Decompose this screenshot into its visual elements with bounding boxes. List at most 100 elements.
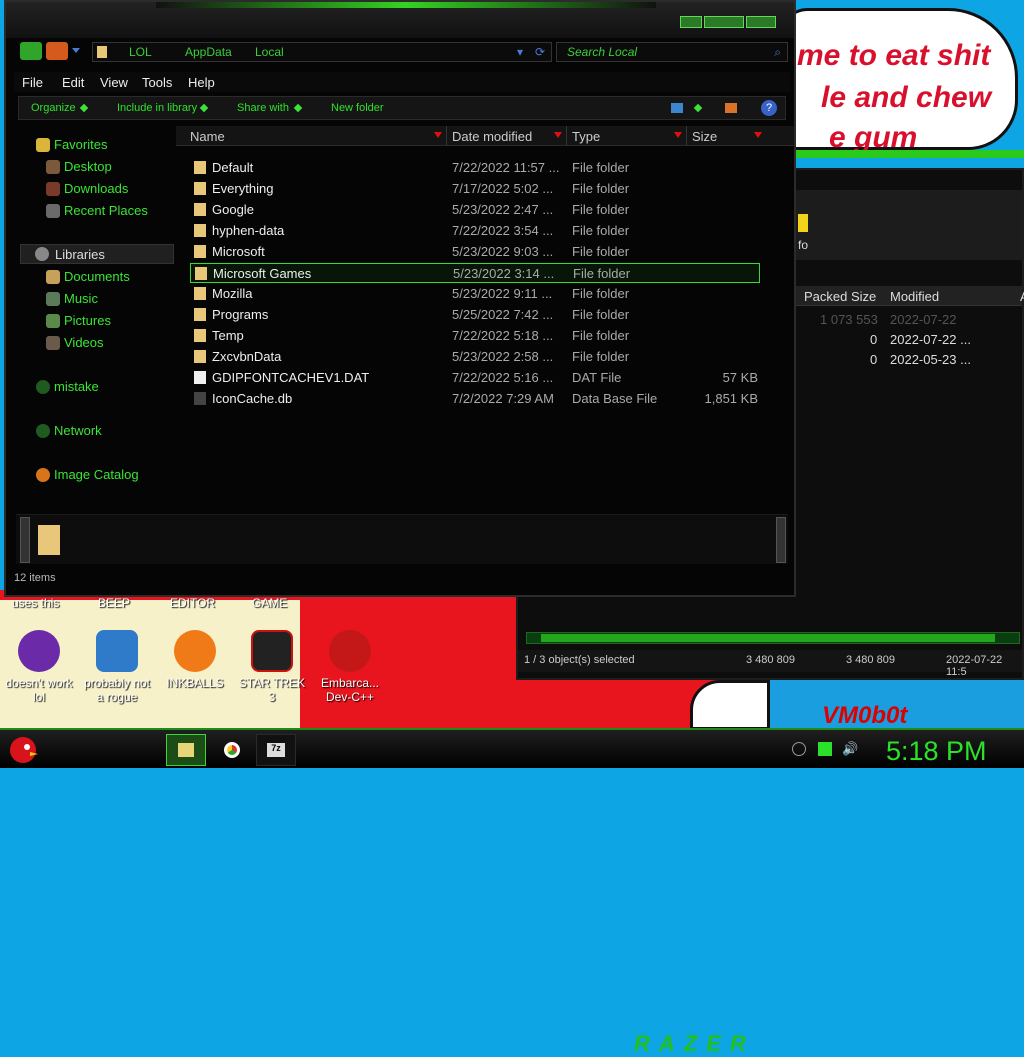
horizontal-scrollbar[interactable] — [526, 632, 1020, 644]
devcpp-icon — [329, 630, 371, 672]
desktop-icon-yahoo[interactable]: doesn't work lol — [1, 630, 77, 704]
file-row[interactable]: Default 7/22/2022 11:57 ... File folder — [190, 158, 760, 178]
modified-date: 2022-05-23 ... — [890, 352, 971, 367]
file-row[interactable]: GDIPFONTCACHEV1.DAT 7/22/2022 5:16 ... DAT… — [190, 368, 760, 388]
nav-desktop[interactable]: Desktop — [64, 159, 112, 174]
minimize-button[interactable] — [680, 16, 702, 28]
start-button[interactable] — [6, 732, 40, 766]
desktop-green-strip — [790, 150, 1024, 158]
column-size[interactable]: Size — [692, 129, 717, 144]
nav-image-catalog[interactable]: Image Catalog — [54, 467, 139, 482]
close-button[interactable] — [746, 16, 776, 28]
column-modified[interactable]: Modified — [890, 289, 939, 304]
chevron-down-icon[interactable] — [72, 48, 80, 53]
menu-view[interactable]: View — [100, 75, 128, 90]
explorer-window[interactable]: LOL AppData Local ▾ ⟳ Search Local ⌕ Fil… — [4, 0, 796, 1056]
info-icon[interactable] — [798, 214, 808, 232]
breadcrumb-appdata[interactable]: AppData — [185, 45, 232, 59]
file-row[interactable]: Everything 7/17/2022 5:02 ... File folder — [190, 179, 760, 199]
gears-monitor-icon — [96, 630, 138, 672]
breadcrumb-lol[interactable]: LOL — [129, 45, 152, 59]
breadcrumb-local[interactable]: Local — [255, 45, 284, 59]
sort-arrow-icon[interactable] — [434, 132, 442, 138]
file-row-selected[interactable]: Microsoft Games 5/23/2022 3:14 ... File fo… — [190, 263, 760, 283]
nav-downloads[interactable]: Downloads — [64, 181, 128, 196]
address-bar[interactable]: LOL AppData Local ▾ ⟳ — [92, 42, 552, 62]
sort-arrow-icon[interactable] — [554, 132, 562, 138]
nav-videos[interactable]: Videos — [64, 335, 104, 350]
desktop-label[interactable]: EDITOR — [170, 596, 215, 610]
help-icon[interactable]: ? — [761, 100, 777, 116]
dropdown-icon[interactable]: ▾ — [517, 45, 523, 59]
menu-file[interactable]: File — [22, 75, 43, 90]
file-row[interactable]: ZxcvbnData 5/23/2022 2:58 ... File folder — [190, 347, 760, 367]
desktop-label[interactable]: uses this — [12, 596, 59, 610]
file-row[interactable]: Temp 7/22/2022 5:18 ... File folder — [190, 326, 760, 346]
desktop-label[interactable]: BEEP — [98, 596, 130, 610]
desktop-icon-startrek[interactable]: STAR TREK 3 — [234, 630, 310, 704]
organize-button[interactable]: Organize — [31, 102, 76, 114]
menu-help[interactable]: Help — [188, 75, 215, 90]
nav-documents[interactable]: Documents — [64, 269, 130, 284]
modified-date: 2022-07-22 — [890, 312, 957, 327]
column-header: Name Date modified Type Size — [176, 126, 794, 146]
back-arrow-icon[interactable] — [20, 42, 42, 60]
file-row[interactable]: Google 5/23/2022 2:47 ... File folder — [190, 200, 760, 220]
column-name[interactable]: Name — [190, 129, 225, 144]
desktop-icon-devcpp[interactable]: Embarca... Dev-C++ — [312, 630, 388, 704]
folder-icon — [195, 267, 207, 280]
column-type[interactable]: Type — [572, 129, 600, 144]
file-row[interactable]: hyphen-data 7/22/2022 3:54 ... File folder — [190, 221, 760, 241]
sort-arrow-icon[interactable] — [674, 132, 682, 138]
file-name: Mozilla — [212, 286, 253, 301]
volume-icon[interactable]: 🔊 — [842, 742, 858, 756]
archive-info-label[interactable]: fo — [798, 238, 808, 252]
file-row[interactable]: Mozilla 5/23/2022 9:11 ... File folder — [190, 284, 760, 304]
column-divider[interactable] — [446, 126, 447, 146]
taskbar-chrome-button[interactable] — [212, 734, 252, 766]
dropdown-icon[interactable] — [693, 103, 703, 113]
column-divider[interactable] — [566, 126, 567, 146]
maximize-button[interactable] — [704, 16, 744, 28]
desktop-label[interactable]: GAME — [252, 596, 287, 610]
file-row[interactable]: Programs 5/25/2022 7:42 ... File folder — [190, 305, 760, 325]
scrollbar-thumb[interactable] — [541, 634, 995, 642]
file-row[interactable]: Microsoft 5/23/2022 9:03 ... File folder — [190, 242, 760, 262]
nav-homegroup[interactable]: mistake — [54, 379, 99, 394]
include-in-library-button[interactable]: Include in library — [117, 102, 197, 114]
clock[interactable]: 5:18 PM — [886, 736, 987, 767]
title-bar[interactable] — [6, 2, 794, 38]
search-icon[interactable]: ⌕ — [774, 45, 781, 60]
search-input[interactable]: Search Local ⌕ — [556, 42, 788, 62]
action-center-icon[interactable] — [818, 742, 832, 756]
file-type: File folder — [572, 181, 630, 196]
column-attributes[interactable]: A — [1020, 289, 1024, 304]
nav-favorites[interactable]: Favorites — [54, 137, 107, 152]
folder-icon — [194, 245, 206, 258]
sort-arrow-icon[interactable] — [754, 132, 762, 138]
desktop-icon-inkball[interactable]: INKBALLS — [157, 630, 233, 690]
column-divider[interactable] — [686, 126, 687, 146]
view-options-icon[interactable] — [671, 103, 683, 113]
nav-music[interactable]: Music — [64, 291, 98, 306]
nav-network[interactable]: Network — [54, 423, 102, 438]
menu-edit[interactable]: Edit — [62, 75, 84, 90]
libraries-label: Libraries — [55, 247, 105, 262]
share-with-button[interactable]: Share with — [237, 102, 289, 114]
taskbar-explorer-button[interactable] — [166, 734, 206, 766]
file-date: 7/22/2022 5:16 ... — [452, 370, 554, 385]
nav-pictures[interactable]: Pictures — [64, 313, 111, 328]
column-date-modified[interactable]: Date modified — [452, 129, 532, 144]
desktop-icon-gears[interactable]: probably not a rogue — [79, 630, 155, 704]
forward-arrow-icon[interactable] — [46, 42, 68, 60]
preview-pane-icon[interactable] — [725, 103, 737, 113]
file-row[interactable]: IconCache.db 7/2/2022 7:29 AM Data Base Fi… — [190, 389, 760, 409]
new-folder-button[interactable]: New folder — [331, 102, 384, 114]
nav-libraries[interactable]: Libraries — [20, 244, 174, 264]
show-hidden-icons-icon[interactable] — [792, 742, 806, 756]
nav-recent-places[interactable]: Recent Places — [64, 203, 148, 218]
column-packed-size[interactable]: Packed Size — [804, 289, 876, 304]
menu-tools[interactable]: Tools — [142, 75, 172, 90]
refresh-icon[interactable]: ⟳ — [535, 45, 545, 59]
taskbar-7zip-button[interactable]: 7z — [256, 734, 296, 766]
